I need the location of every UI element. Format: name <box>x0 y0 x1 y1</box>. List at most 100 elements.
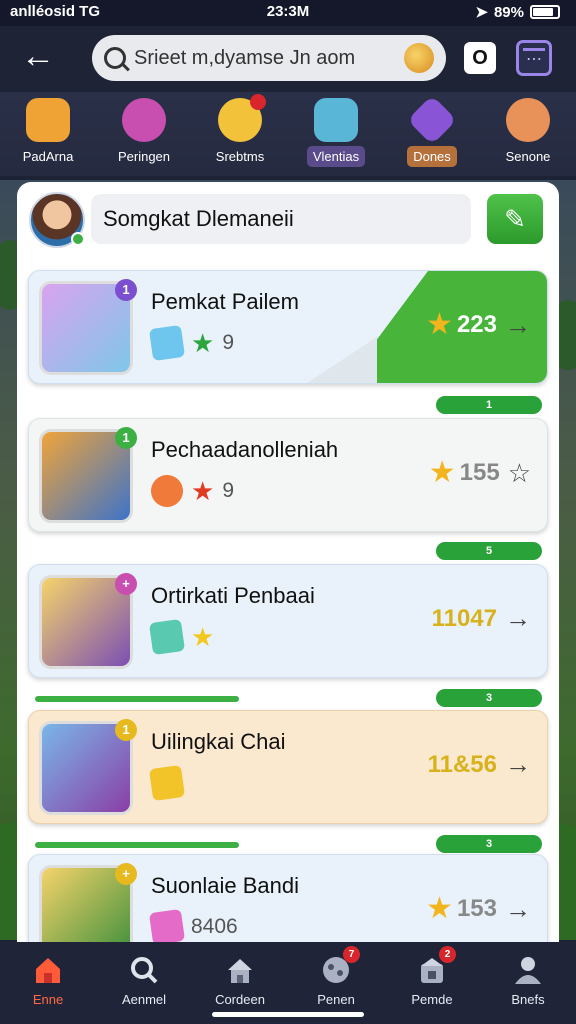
nav-label: Pemde <box>411 992 453 1007</box>
nav-home[interactable]: Enne <box>3 954 93 1024</box>
profile-icon <box>512 954 544 986</box>
quest-title: Pemkat Pailem <box>151 289 299 314</box>
item-count: 8406 <box>191 915 238 938</box>
star-icon: ★ <box>428 456 456 489</box>
progress-bar <box>35 696 239 702</box>
nav-badge: 2 <box>439 946 456 963</box>
search-input[interactable] <box>134 46 404 70</box>
category-senone[interactable]: Senone <box>482 98 574 167</box>
status-right: ➤ 89% <box>475 3 560 21</box>
reward: ★ 153 → <box>426 893 531 925</box>
nav-label: Bnefs <box>511 992 545 1007</box>
category-srebtms[interactable]: Srebtms <box>194 94 286 167</box>
reward-value: 11047 <box>431 604 497 632</box>
house-icon <box>224 954 256 986</box>
back-button[interactable]: ← <box>18 38 58 78</box>
gem-icon <box>407 95 457 145</box>
nav-label: Penen <box>317 992 355 1007</box>
search-icon <box>128 954 160 986</box>
thumb-badge: 1 <box>115 719 137 741</box>
thumb-badge: 1 <box>115 279 137 301</box>
status-bar: anlléosid TG 23:3M ➤ 89% <box>0 0 576 26</box>
nav-label: Aenmel <box>121 992 167 1007</box>
o-button[interactable]: O <box>464 42 496 74</box>
character-icon <box>218 94 266 142</box>
category-label: Senone <box>505 149 551 164</box>
arrow-right-icon[interactable]: ☆ <box>508 458 531 489</box>
house-icon <box>26 98 70 142</box>
card-fold <box>307 337 377 383</box>
nav-label: Cordeen <box>215 992 265 1007</box>
reward: ★ 223 → <box>426 309 531 341</box>
star-icon: ★ <box>426 892 453 925</box>
nav-search[interactable]: Aenmel <box>99 954 189 1024</box>
reward-value: 155 <box>459 459 500 486</box>
notification-badge <box>250 94 266 110</box>
star-icon: ★ <box>426 308 453 341</box>
category-label: PadArna <box>22 149 74 164</box>
thumb-badge: + <box>115 573 137 595</box>
category-label: Peringen <box>117 149 171 164</box>
item-count: 9 <box>222 331 234 354</box>
quest-title: Suonlaie Bandi <box>151 873 300 898</box>
item-row: ★ 9 <box>148 472 234 510</box>
category-strip: PadArna Peringen Srebtms Vlentias Dones … <box>0 92 576 176</box>
reward: ★ 155 ☆ <box>429 457 531 489</box>
progress-bar <box>35 842 239 848</box>
quest-card[interactable]: + Suonlaie Bandi 8406 ★ 153 → <box>28 854 548 952</box>
quest-title: Pechaadanolleniah <box>151 437 339 462</box>
star-icon: ★ <box>191 328 215 358</box>
calendar-button[interactable] <box>516 40 552 76</box>
reward: 11047 → <box>432 603 531 634</box>
gem-icon <box>148 618 186 656</box>
location-icon: ➤ <box>475 4 488 21</box>
profile-row: Somgkat Dlemaneii ✎ <box>29 192 547 248</box>
star-icon: ★ <box>191 622 215 652</box>
box-icon <box>314 98 358 142</box>
quest-title: Ortirkati Penbaai <box>151 583 315 608</box>
progress-pill: 3 <box>436 835 542 853</box>
category-label: Vlentias <box>306 146 366 167</box>
item-row: ★ <box>148 618 215 656</box>
quest-card[interactable]: 1 Pechaadanolleniah ★ 9 ★ 155 ☆ <box>28 418 548 532</box>
quest-card[interactable]: 1 Pemkat Pailem ★ 9 ★ 223 → <box>28 270 548 384</box>
quest-card[interactable]: + Ortirkati Penbaai ★ 11047 → <box>28 564 548 678</box>
quest-panel: Somgkat Dlemaneii ✎ 1 Pemkat Pailem ★ 9 … <box>17 182 559 952</box>
home-icon <box>32 954 64 986</box>
arrow-right-icon[interactable]: → <box>505 749 531 780</box>
nav-profile[interactable]: Bnefs <box>483 954 573 1024</box>
thumb-badge: 1 <box>115 427 137 449</box>
nav-pemde[interactable]: 2 Pemde <box>387 946 477 1024</box>
gem-icon <box>148 908 186 946</box>
arrow-right-icon[interactable]: → <box>505 603 531 634</box>
coin-icon[interactable] <box>404 43 434 73</box>
quest-card[interactable]: 1 Uilingkai Chai 11&56 → <box>28 710 548 824</box>
category-padarna[interactable]: PadArna <box>2 98 94 167</box>
arrow-right-icon[interactable]: → <box>505 310 531 341</box>
quest-title: Uilingkai Chai <box>151 729 286 754</box>
battery-icon <box>530 5 560 19</box>
top-header: ← O <box>0 26 576 92</box>
search-icon <box>104 47 126 69</box>
category-label: Dones <box>407 146 457 167</box>
arrow-left-icon: ← <box>21 37 55 75</box>
item-row: 8406 <box>148 908 238 946</box>
progress-pill: 1 <box>436 396 542 414</box>
thumb-badge: + <box>115 863 137 885</box>
item-row <box>148 764 186 802</box>
search-bar[interactable] <box>92 35 446 81</box>
reward: 11&56 → <box>428 749 531 780</box>
online-indicator <box>71 232 85 246</box>
reward-value: 223 <box>456 311 497 338</box>
face-icon <box>506 98 550 142</box>
profile-name[interactable]: Somgkat Dlemaneii <box>91 194 471 244</box>
edit-button[interactable]: ✎ <box>487 194 543 244</box>
reward-value: 11&56 <box>427 750 497 778</box>
nav-label: Enne <box>32 992 64 1007</box>
category-peringen[interactable]: Peringen <box>98 98 190 167</box>
category-dones[interactable]: Dones <box>386 95 478 167</box>
home-indicator <box>212 1012 364 1017</box>
item-count: 9 <box>222 479 234 502</box>
arrow-right-icon[interactable]: → <box>505 894 531 925</box>
category-vlentias[interactable]: Vlentias <box>290 98 382 167</box>
